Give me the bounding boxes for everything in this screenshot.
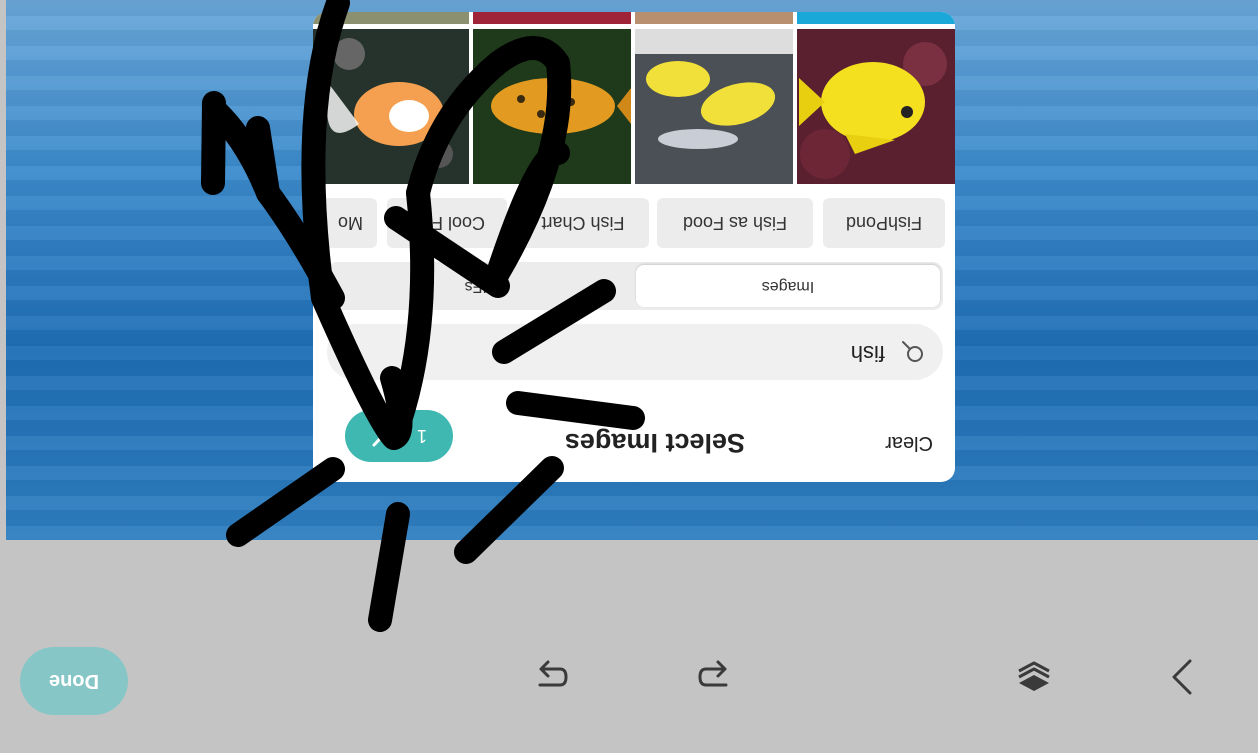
undo-icon[interactable]	[530, 655, 574, 699]
fish-image-tile[interactable]	[313, 29, 469, 184]
bottom-toolbar: Done	[6, 540, 1258, 753]
chip-more[interactable]: Mo	[313, 198, 377, 248]
image-results-grid	[313, 12, 955, 184]
search-icon	[902, 341, 923, 362]
fish-image-tile[interactable]	[797, 29, 955, 184]
search-field[interactable]: fish	[327, 324, 943, 380]
picker-header: Clear Select Images 1	[313, 390, 955, 482]
done-button[interactable]: Done	[20, 647, 128, 715]
chip-fish-chart[interactable]: Fish Chart	[517, 198, 649, 248]
media-type-segmented-control: Images GIFs	[327, 262, 943, 310]
suggestion-chips: FishPond Fish as Food Fish Chart Cool Fi…	[313, 196, 955, 248]
chevron-right-icon[interactable]	[1166, 655, 1198, 699]
chip-fish-as-food[interactable]: Fish as Food	[657, 198, 813, 248]
confirm-selection-button[interactable]: 1	[345, 410, 453, 462]
fish-image-tile[interactable]	[797, 12, 955, 24]
checkmark-icon	[372, 425, 402, 447]
fish-image-tile[interactable]	[635, 12, 793, 24]
fish-image-tile[interactable]	[313, 12, 469, 24]
clear-button[interactable]: Clear	[885, 431, 933, 454]
fish-image-tile[interactable]	[473, 29, 631, 184]
picker-title: Select Images	[564, 428, 745, 458]
image-picker-panel: Clear Select Images 1 fish Images GIFs F…	[313, 12, 955, 482]
redo-icon[interactable]	[692, 655, 736, 699]
layers-icon[interactable]	[1012, 655, 1056, 699]
tab-gifs[interactable]: GIFs	[330, 265, 634, 307]
tab-images[interactable]: Images	[636, 265, 940, 307]
screen: Done Clear Select Images 1 fish Images G…	[0, 0, 1258, 753]
search-input[interactable]: fish	[851, 340, 885, 366]
fish-image-tile[interactable]	[473, 12, 631, 24]
fish-image-tile[interactable]	[635, 29, 793, 184]
chip-cool-fish[interactable]: Cool Fish	[387, 198, 507, 248]
selection-count: 1	[417, 426, 428, 447]
chip-fishpond[interactable]: FishPond	[823, 198, 945, 248]
